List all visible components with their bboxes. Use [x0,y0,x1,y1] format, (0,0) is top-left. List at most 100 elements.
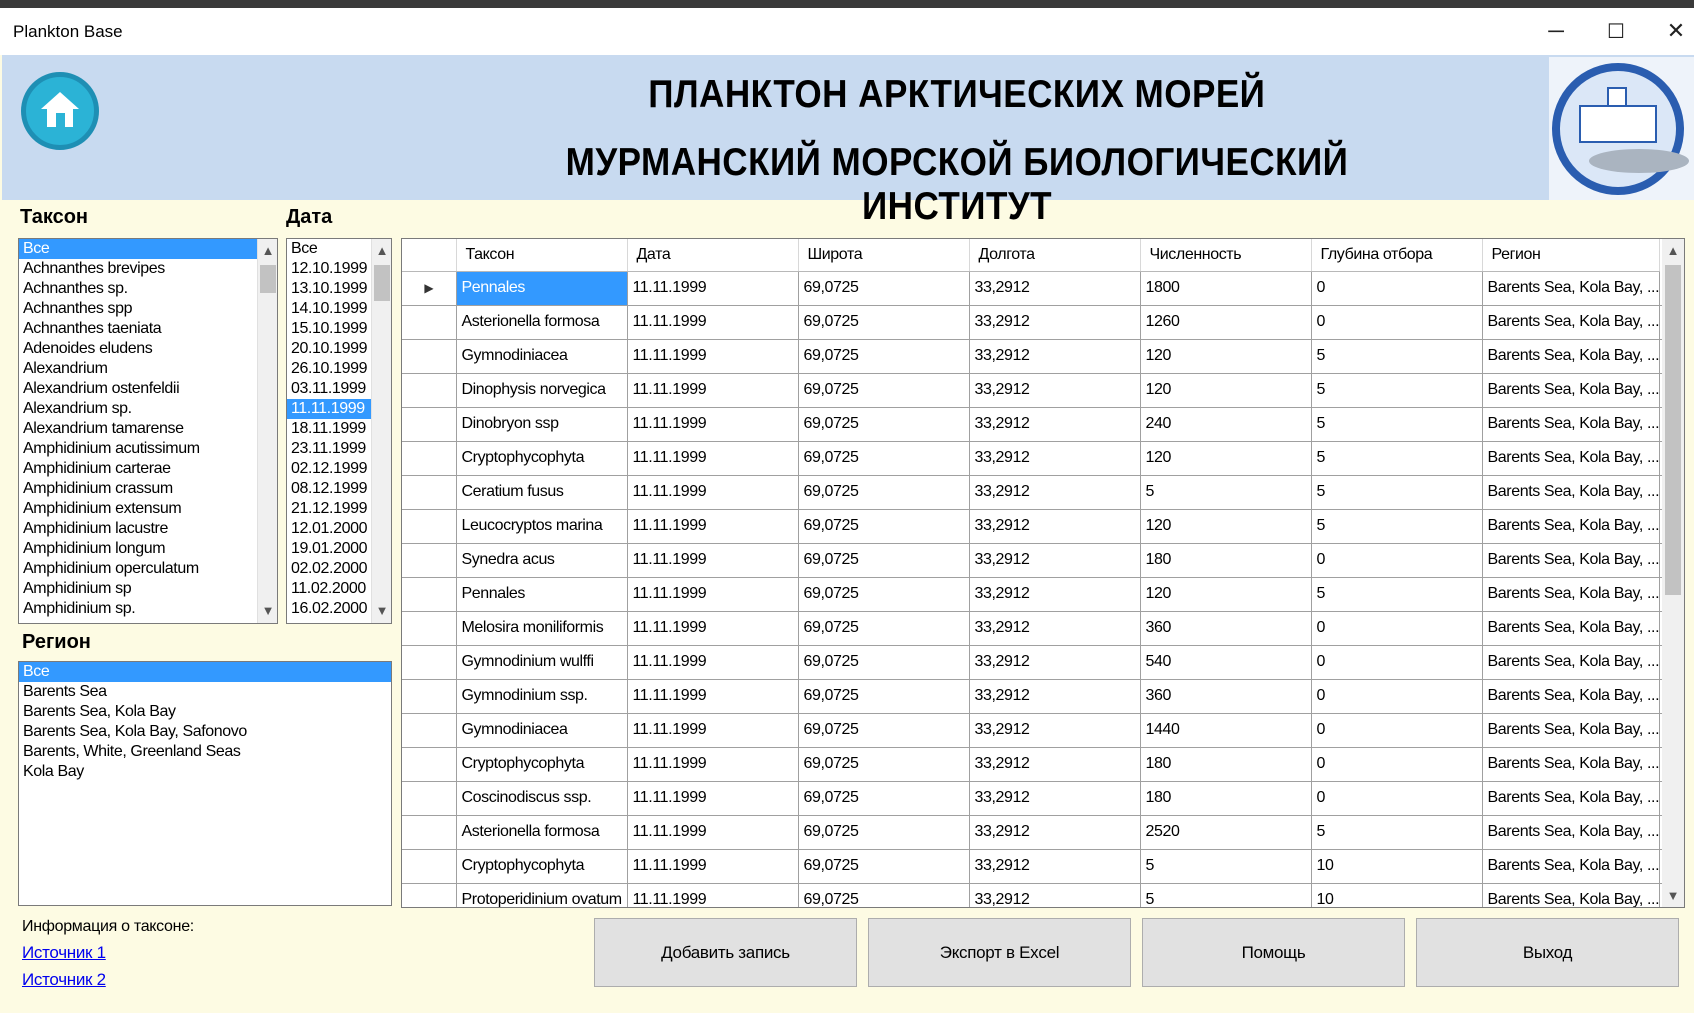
table-cell[interactable]: 33,2912 [969,339,1141,374]
table-cell[interactable]: 0 [1311,271,1483,306]
table-cell[interactable]: Asterionella formosa [456,305,628,340]
table-cell[interactable]: 33,2912 [969,645,1141,680]
table-row[interactable]: Ceratium fusus 11.11.1999 69,0725 33,2912 5 5… [402,475,1666,510]
table-cell[interactable]: 33,2912 [969,883,1141,907]
scroll-down-icon[interactable]: ▼ [258,601,277,621]
table-cell[interactable]: 120 [1140,339,1312,374]
taxon-list-item[interactable]: Alexandrium sp. [19,399,277,419]
row-header[interactable] [402,373,457,408]
table-cell[interactable]: 5 [1140,475,1312,510]
grid-scrollbar[interactable]: ▲ ▼ [1662,239,1684,907]
table-cell[interactable]: Cryptophycophyta [456,441,628,476]
maximize-button[interactable]: ☐ [1596,16,1636,46]
table-cell[interactable]: Barents Sea, Kola Bay, ... [1482,475,1661,510]
table-cell[interactable]: 5 [1311,441,1483,476]
table-cell[interactable]: 11.11.1999 [627,475,799,510]
taxon-list-item[interactable]: Amphidinium extensum [19,499,277,519]
table-cell[interactable]: Ceratium fusus [456,475,628,510]
table-cell[interactable]: 11.11.1999 [627,271,799,306]
taxon-list-item[interactable]: Amphidinium sp. [19,599,277,619]
table-cell[interactable]: 240 [1140,407,1312,442]
date-scrollbar[interactable]: ▲ ▼ [371,239,391,623]
table-cell[interactable]: 33,2912 [969,849,1141,884]
table-cell[interactable]: Gymnodiniacea [456,339,628,374]
row-header[interactable] [402,441,457,476]
table-cell[interactable]: Leucocryptos marina [456,509,628,544]
taxon-list-item[interactable]: Amphidinium acutissimum [19,439,277,459]
table-cell[interactable]: 180 [1140,781,1312,816]
table-row[interactable]: Gymnodiniacea 11.11.1999 69,0725 33,2912 144… [402,713,1666,748]
table-cell[interactable]: 69,0725 [798,339,970,374]
taxon-list-item[interactable]: Achnanthes sp. [19,279,277,299]
table-cell[interactable]: 69,0725 [798,441,970,476]
taxon-list-item[interactable]: Amphidinium crassum [19,479,277,499]
table-cell[interactable]: 69,0725 [798,373,970,408]
row-header[interactable] [402,849,457,884]
row-header[interactable] [402,407,457,442]
table-cell[interactable]: 11.11.1999 [627,543,799,578]
table-cell[interactable]: 0 [1311,611,1483,646]
table-cell[interactable]: 33,2912 [969,509,1141,544]
taxon-list-item[interactable]: Achnanthes taeniata [19,319,277,339]
row-header[interactable] [402,611,457,646]
scroll-thumb[interactable] [1665,265,1681,595]
table-cell[interactable]: Barents Sea, Kola Bay, ... [1482,849,1661,884]
table-cell[interactable]: 11.11.1999 [627,713,799,748]
table-cell[interactable]: 33,2912 [969,441,1141,476]
table-cell[interactable]: Pennales [456,271,628,306]
table-cell[interactable]: 33,2912 [969,815,1141,850]
column-header[interactable]: Таксон [456,239,628,272]
exit-button[interactable]: Выход [1416,918,1679,987]
table-cell[interactable]: Barents Sea, Kola Bay, ... [1482,611,1661,646]
table-cell[interactable]: 0 [1311,747,1483,782]
table-cell[interactable]: Asterionella formosa [456,815,628,850]
table-cell[interactable]: 11.11.1999 [627,339,799,374]
table-cell[interactable]: Gymnodinium wulffi [456,645,628,680]
table-row[interactable]: Synedra acus 11.11.1999 69,0725 33,2912 180 0… [402,543,1666,578]
table-cell[interactable]: 10 [1311,883,1483,907]
column-header[interactable]: Глубина отбора [1311,239,1483,272]
table-cell[interactable]: Coscinodiscus ssp. [456,781,628,816]
table-cell[interactable]: Barents Sea, Kola Bay, ... [1482,781,1661,816]
taxon-list-item[interactable]: Все [19,239,277,259]
table-row[interactable]: Melosira moniliformis 11.11.1999 69,0725 33… [402,611,1666,646]
scroll-thumb[interactable] [260,265,276,293]
table-cell[interactable]: Barents Sea, Kola Bay, ... [1482,747,1661,782]
row-header[interactable] [402,815,457,850]
taxon-list-item[interactable]: Alexandrium ostenfeldii [19,379,277,399]
taxon-list-item[interactable]: Amphidinium operculatum [19,559,277,579]
home-icon[interactable] [21,72,99,150]
source-1-link[interactable]: Источник 1 [22,943,106,963]
row-header[interactable] [402,645,457,680]
table-row[interactable]: Gymnodiniacea 11.11.1999 69,0725 33,2912 120… [402,339,1666,374]
taxon-list-item[interactable]: Achnanthes brevipes [19,259,277,279]
table-cell[interactable]: 5 [1311,577,1483,612]
taxon-list-item[interactable]: Amphidinium sp [19,579,277,599]
table-cell[interactable]: 33,2912 [969,373,1141,408]
table-cell[interactable]: 5 [1140,849,1312,884]
row-header[interactable] [402,883,457,907]
row-header[interactable] [402,713,457,748]
table-cell[interactable]: 11.11.1999 [627,509,799,544]
table-cell[interactable]: Barents Sea, Kola Bay, ... [1482,679,1661,714]
region-list-item[interactable]: Barents Sea, Kola Bay [19,702,391,722]
table-cell[interactable]: 69,0725 [798,781,970,816]
table-cell[interactable]: 69,0725 [798,475,970,510]
table-cell[interactable]: Barents Sea, Kola Bay, ... [1482,271,1661,306]
column-header[interactable]: Численность [1140,239,1312,272]
table-cell[interactable]: Barents Sea, Kola Bay, ... [1482,339,1661,374]
table-cell[interactable]: 11.11.1999 [627,883,799,907]
table-cell[interactable]: 69,0725 [798,645,970,680]
table-cell[interactable]: 33,2912 [969,577,1141,612]
table-cell[interactable]: 33,2912 [969,475,1141,510]
add-record-button[interactable]: Добавить запись [594,918,857,987]
table-row[interactable]: Asterionella formosa 11.11.1999 69,0725 33,… [402,305,1666,340]
table-cell[interactable]: 11.11.1999 [627,305,799,340]
table-cell[interactable]: Barents Sea, Kola Bay, ... [1482,305,1661,340]
table-cell[interactable]: 180 [1140,747,1312,782]
table-cell[interactable]: 0 [1311,679,1483,714]
table-cell[interactable]: 69,0725 [798,509,970,544]
table-cell[interactable]: 33,2912 [969,713,1141,748]
table-cell[interactable]: Protoperidinium ovatum [456,883,628,907]
table-cell[interactable]: 5 [1311,373,1483,408]
